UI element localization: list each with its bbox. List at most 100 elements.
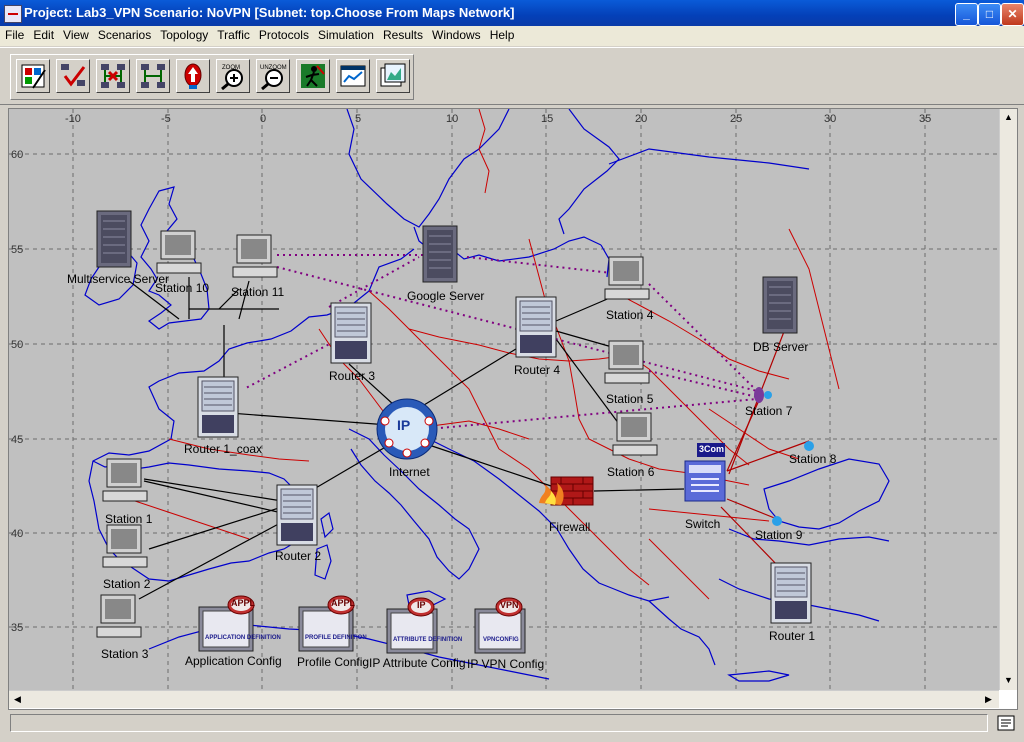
station-3-node[interactable] [95,593,143,646]
router-icon [330,302,372,364]
station-10-node[interactable] [155,229,203,282]
firewall-icon [539,476,594,506]
menu-windows[interactable]: Windows [427,26,485,42]
lat-tick-labels: 60 55 50 45 40 35 [11,149,23,634]
router-1-label: Router 1 [769,629,816,643]
station-6-node[interactable] [611,411,659,464]
station-9-label: Station 9 [755,528,803,542]
run-simulation-icon [301,64,325,88]
switch-node[interactable]: 3Com [681,443,729,512]
graph-panels-button[interactable] [376,59,410,93]
window-title: Project: Lab3_VPN Scenario: NoVPN [Subne… [24,5,515,20]
application-config-node[interactable]: APPL APPLICATION DEFINITION [197,593,281,656]
menu-view[interactable]: View [58,26,93,42]
station-5-label: Station 5 [606,392,654,406]
lon-tick: 25 [730,113,742,125]
ip-attribute-config-node[interactable]: IP ATTRIBUTE DEFINITION [385,595,462,658]
scroll-left-button[interactable]: ◀ [10,692,25,707]
country-borders [128,109,840,600]
station-1-node[interactable] [101,457,149,510]
station-4-label: Station 4 [606,308,654,322]
menu-protocols[interactable]: Protocols [254,26,313,42]
router-1-node[interactable] [769,561,813,628]
ip-attribute-config-label: IP Attribute Config [369,656,466,670]
menu-file[interactable]: File [0,26,28,42]
station-11-label: Station 11 [231,285,285,299]
menu-results[interactable]: Results [378,26,427,42]
station-2-node[interactable] [101,523,149,576]
up-arrow-icon [184,63,202,89]
server-icon [422,225,458,283]
station-11-node[interactable] [231,233,279,286]
switch-badge: 3Com [699,444,725,454]
message-log-icon [997,715,1015,731]
server-icon [96,210,132,268]
app-icon[interactable] [4,5,22,23]
zoom-button[interactable]: ZOOM [216,59,250,93]
lon-tick: 35 [919,113,931,125]
vertical-scrollbar[interactable]: ▲ ▼ [999,109,1017,690]
ip-vpn-config-node[interactable]: VPN VPNCONFIG [473,595,529,658]
station-6-label: Station 6 [607,465,655,479]
application-config-badge: APPL [231,598,256,608]
station-5-node[interactable] [603,339,651,392]
google-server-node[interactable] [419,222,461,287]
config-object-icon [386,597,438,654]
unzoom-button[interactable]: UNZOOM [256,59,290,93]
router-1-coax-label: Router 1_coax [184,442,263,456]
menu-simulation[interactable]: Simulation [313,26,378,42]
scroll-down-button[interactable]: ▼ [1001,673,1016,688]
internet-node[interactable]: IP [375,397,439,464]
toolbar-group: ZOOM UNZOOM [10,54,414,100]
router-2-node[interactable] [275,483,319,550]
zoom-out-icon: UNZOOM [260,65,287,90]
view-results-button[interactable] [336,59,370,93]
close-button[interactable]: ✕ [1001,3,1024,26]
station-4-node[interactable] [603,255,651,308]
mobile-station-icon [804,441,814,451]
multiservice-server-label: Multiservice Server [67,272,170,286]
profile-config-label: Profile Config [297,655,370,669]
minimize-button[interactable]: _ [955,3,978,26]
router-3-node[interactable] [329,301,373,368]
project-workspace[interactable]: -10 -5 0 5 10 15 20 25 30 35 60 55 50 45… [8,108,1018,710]
menu-help[interactable]: Help [485,26,519,42]
scroll-up-button[interactable]: ▲ [1001,110,1016,125]
map-canvas[interactable]: -10 -5 0 5 10 15 20 25 30 35 60 55 50 45… [9,109,999,690]
verify-links-button[interactable] [56,59,90,93]
lat-tick: 35 [11,622,23,634]
application-config-inner-label: APPLICATION DEFINITION [205,635,281,641]
configure-simulation-button[interactable] [296,59,330,93]
router-icon [515,296,557,358]
workstation-icon [96,594,142,638]
menu-traffic[interactable]: Traffic [212,26,254,42]
router-4-node[interactable] [514,295,558,362]
profile-config-node[interactable]: APPL PROFILE DEFINITION [297,593,367,656]
check-links-icon [61,64,86,87]
fail-selected-links-button[interactable] [96,59,130,93]
scroll-right-button[interactable]: ▶ [981,692,996,707]
workstation-icon [612,412,658,456]
menu-topology[interactable]: Topology [155,26,212,42]
open-object-palette-button[interactable] [16,59,50,93]
lon-tick: -5 [161,113,171,125]
mobile-station-icon [772,516,782,526]
return-to-parent-subnet-button[interactable] [176,59,210,93]
db-server-node[interactable] [759,273,801,338]
recover-selected-links-button[interactable] [136,59,170,93]
status-log-button[interactable] [996,714,1016,732]
lat-tick: 45 [11,434,23,446]
lat-tick: 50 [11,339,23,351]
firewall-node[interactable] [537,473,595,512]
menu-edit[interactable]: Edit [28,26,58,42]
status-message-field [10,714,988,732]
router-icon [770,562,812,624]
horizontal-scrollbar[interactable]: ◀ ▶ [9,690,999,708]
station-3-label: Station 3 [101,647,149,661]
maximize-button[interactable]: □ [978,3,1001,26]
menu-scenarios[interactable]: Scenarios [93,26,155,42]
multiservice-server-node[interactable] [93,207,135,272]
station-10-label: Station 10 [155,281,210,295]
vpn-links [243,254,758,430]
router-1-coax-node[interactable] [196,375,240,442]
